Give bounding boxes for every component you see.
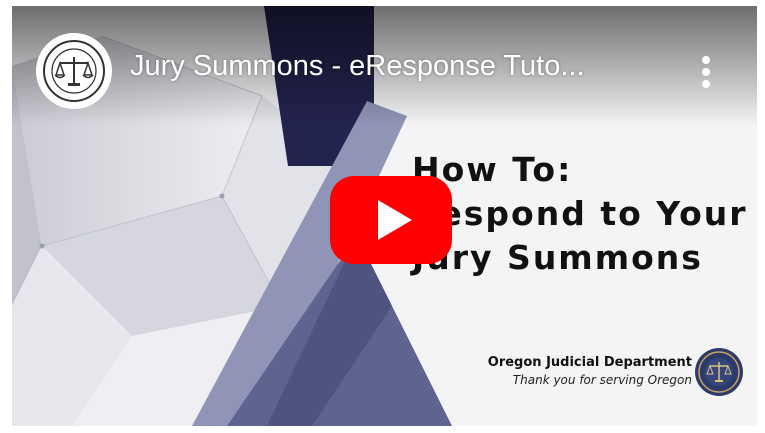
oregon-judicial-seal-icon <box>38 35 110 107</box>
video-player[interactable]: Jury Summons - eResponse Tuto... How To:… <box>12 6 757 426</box>
headline-line-2: Respond to Your <box>412 194 748 233</box>
channel-avatar[interactable] <box>36 33 112 109</box>
more-vertical-icon <box>702 56 710 88</box>
headline-line-1: How To: <box>412 150 573 189</box>
organization-tagline: Thank you for serving Oregon <box>512 373 692 387</box>
more-options-button[interactable] <box>688 46 724 94</box>
oregon-seal-logo <box>694 347 744 397</box>
organization-credit: Oregon Judicial Department Thank you for… <box>452 355 692 387</box>
video-title[interactable]: Jury Summons - eResponse Tuto... <box>130 50 690 83</box>
youtube-play-icon <box>330 176 452 264</box>
headline-line-3: Jury Summons <box>412 238 703 277</box>
thumbnail-headline: How To: Respond to Your Jury Summons <box>412 148 752 280</box>
judicial-seal-icon <box>695 348 743 396</box>
organization-name: Oregon Judicial Department <box>487 355 692 370</box>
play-button[interactable] <box>330 176 452 264</box>
